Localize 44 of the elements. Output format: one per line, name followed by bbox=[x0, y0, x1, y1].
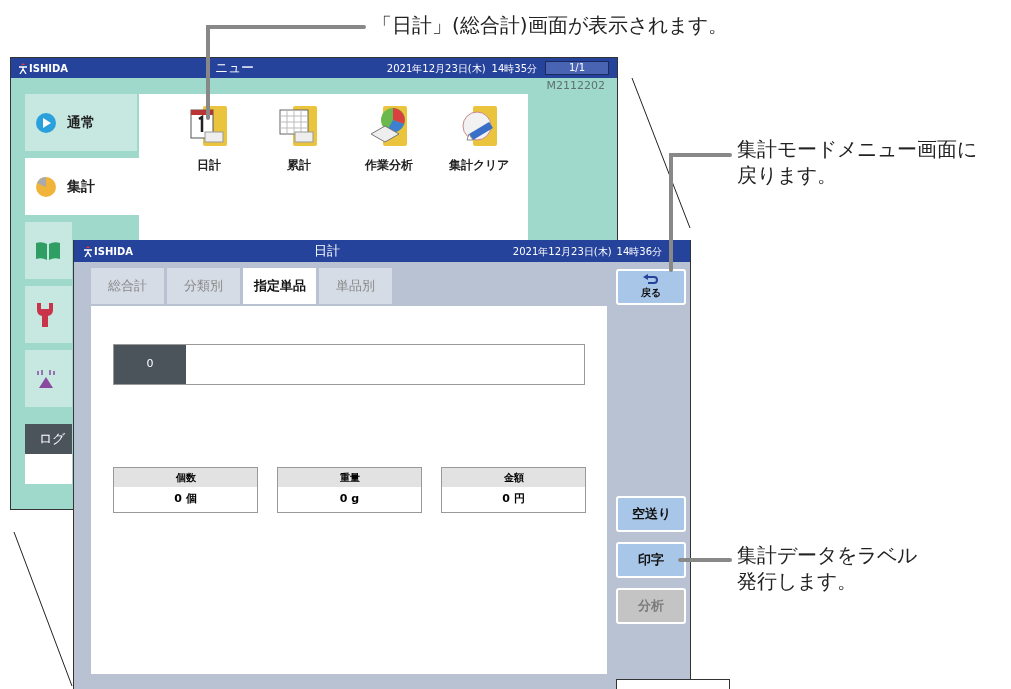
model-code: M2112202 bbox=[546, 78, 605, 94]
window-title: 日計 bbox=[314, 242, 340, 261]
logo-icon bbox=[19, 62, 27, 74]
back-arrow-icon bbox=[643, 274, 659, 285]
date-text: 2021年12月23日(木) bbox=[512, 244, 612, 259]
callout-text: 集計データをラベル 発行します。 bbox=[737, 542, 917, 594]
summary-label: 金額 bbox=[442, 468, 585, 487]
wrench-icon bbox=[35, 301, 55, 328]
menu-item[interactable]: 集計クリア bbox=[447, 104, 511, 244]
summary-label: 重量 bbox=[278, 468, 421, 487]
sidebar-item[interactable]: 通常 bbox=[25, 94, 137, 151]
book-icon bbox=[35, 240, 61, 261]
sidebar-item[interactable] bbox=[25, 350, 72, 407]
logo-icon bbox=[84, 245, 92, 257]
pie-chart-icon bbox=[35, 175, 57, 198]
logout-button[interactable]: ログ bbox=[25, 424, 72, 454]
action-button[interactable]: 印字 bbox=[616, 542, 686, 578]
play-icon bbox=[35, 111, 57, 134]
time-text: 14時35分 bbox=[491, 61, 537, 76]
summary-label: 個数 bbox=[114, 468, 257, 487]
leader-line bbox=[678, 558, 732, 562]
summary-value: 0 g bbox=[338, 491, 361, 508]
menu-item[interactable]: 作業分析 bbox=[357, 104, 421, 244]
callout-text: 集計モードメニュー画面に 戻ります。 bbox=[737, 136, 977, 188]
window-title: ニュー bbox=[215, 59, 255, 78]
date-text: 2021年12月23日(木) bbox=[386, 61, 486, 76]
menu-item[interactable]: 累計 bbox=[267, 104, 331, 244]
antenna-icon bbox=[35, 368, 57, 389]
logo-text: ISHIDA bbox=[29, 61, 69, 76]
sidebar-item[interactable] bbox=[25, 286, 72, 343]
sidebar-item[interactable] bbox=[25, 222, 72, 279]
summary-value: 0 円 bbox=[501, 491, 526, 508]
menu-item[interactable]: 日計 bbox=[177, 104, 241, 244]
sidebar-item[interactable]: 集計 bbox=[25, 158, 139, 215]
counter-value: 0 bbox=[114, 345, 186, 384]
action-button[interactable]: 空送り bbox=[616, 496, 686, 532]
logo-text: ISHIDA bbox=[94, 244, 134, 259]
info-panel bbox=[25, 454, 72, 484]
page-indicator: 1/1 bbox=[545, 61, 609, 75]
time-text: 14時36分 bbox=[616, 244, 662, 259]
callout-text: 「日計」(総合計)画面が表示されます。 bbox=[372, 12, 728, 38]
tab[interactable]: 指定単品 bbox=[243, 268, 316, 304]
back-button[interactable]: 戻る bbox=[616, 269, 686, 305]
summary-value: 0 個 bbox=[173, 491, 198, 508]
